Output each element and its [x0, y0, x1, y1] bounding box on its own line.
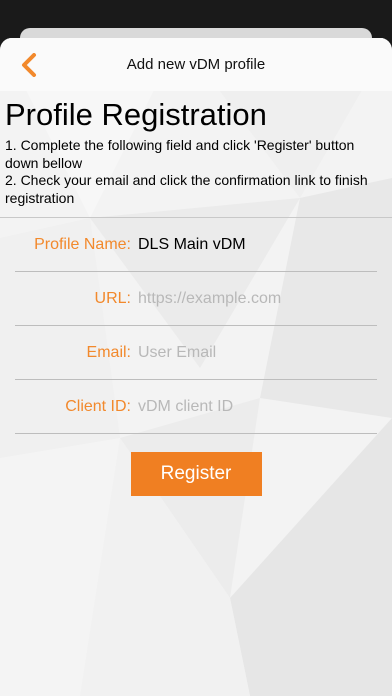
client-id-label: Client ID:: [65, 397, 131, 415]
page-title: Profile Registration: [5, 97, 267, 132]
email-input[interactable]: [138, 343, 377, 362]
registration-form: Profile Name: URL: Email: Client ID:: [5, 218, 387, 434]
url-row: URL:: [15, 272, 377, 326]
url-input[interactable]: [138, 289, 377, 308]
client-id-row: Client ID:: [15, 380, 377, 434]
navbar-title: Add new vDM profile: [126, 56, 266, 73]
instruction-step-2: 2. Check your email and click the confir…: [5, 172, 368, 206]
profile-name-input[interactable]: [138, 235, 377, 254]
client-id-input[interactable]: [138, 397, 377, 416]
chevron-left-icon: [22, 53, 36, 77]
back-button[interactable]: [14, 50, 44, 80]
modal-sheet: Add new vDM profile Profile Registration…: [0, 38, 392, 696]
profile-name-label: Profile Name:: [34, 235, 131, 253]
email-row: Email:: [15, 326, 377, 380]
instruction-step-1: 1. Complete the following field and clic…: [5, 137, 355, 171]
main-content: Profile Registration 1. Complete the fol…: [0, 97, 392, 496]
register-button[interactable]: Register: [130, 452, 262, 496]
profile-name-row: Profile Name:: [15, 218, 377, 272]
email-label: Email:: [86, 343, 131, 361]
register-container: Register: [5, 452, 387, 496]
navbar: Add new vDM profile: [0, 38, 392, 91]
url-label: URL:: [94, 289, 131, 307]
